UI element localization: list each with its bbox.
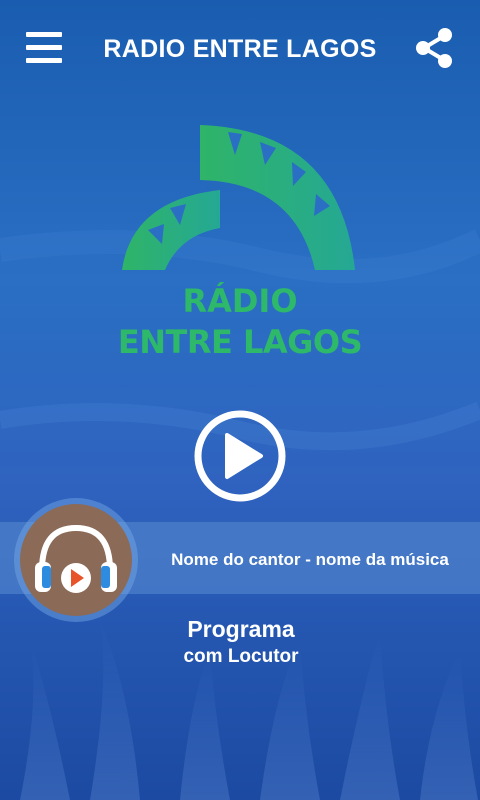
app-header: RADIO ENTRE LAGOS <box>0 0 480 100</box>
app-title: RADIO ENTRE LAGOS <box>103 35 377 63</box>
menu-button[interactable] <box>26 32 66 66</box>
headphones-icon <box>35 524 117 593</box>
share-icon[interactable] <box>414 27 456 69</box>
play-icon <box>225 433 263 479</box>
play-button[interactable] <box>193 409 287 503</box>
logo-arc-graphic <box>122 125 355 270</box>
cover-art <box>14 498 138 622</box>
logo-text-radio: RÁDIO <box>182 282 298 320</box>
cover-art-circle <box>20 504 132 616</box>
now-playing-text: Nome do cantor - nome da música <box>171 550 449 569</box>
logo-text-entre-lagos: ENTRE LAGOS <box>117 323 363 361</box>
menu-icon-bar <box>26 58 62 63</box>
station-logo: RÁDIO ENTRE LAGOS <box>110 120 370 365</box>
menu-icon-bar <box>26 32 62 37</box>
menu-icon-bar <box>26 45 62 50</box>
program-name: Programa <box>187 616 295 642</box>
program-host: com Locutor <box>183 646 299 667</box>
